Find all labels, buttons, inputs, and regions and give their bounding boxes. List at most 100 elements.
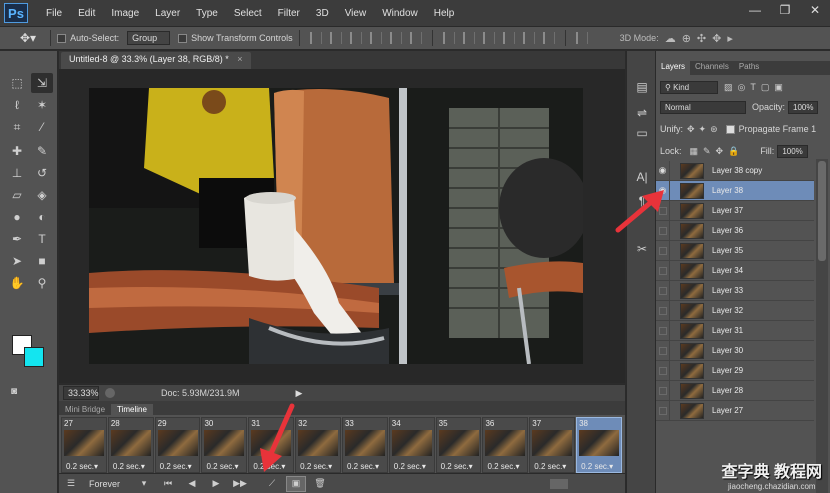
visibility-toggle[interactable] [656,300,670,321]
frame-delay-dropdown[interactable]: 0.2 sec.▾ [160,462,192,471]
menu-window[interactable]: Window [374,8,426,19]
loop-dropdown-arrow-icon[interactable]: ▾ [134,476,154,492]
align-left-icon[interactable] [369,32,382,44]
opacity-field[interactable]: 100% [788,100,819,114]
layer-row[interactable]: Layer 30 [656,340,814,361]
menu-filter[interactable]: Filter [270,8,308,19]
align-top-icon[interactable] [309,32,322,44]
status-menu-icon[interactable] [105,388,115,398]
frame-delay-dropdown[interactable]: 0.2 sec.▾ [300,462,332,471]
delete-frame-icon[interactable]: 🗑 [310,476,330,492]
shape-tool-icon[interactable]: ■ [31,251,53,271]
kind-filter-dropdown[interactable]: ⚲ Kind [660,80,718,94]
tween-icon[interactable]: ⟋ [262,476,282,492]
menu-help[interactable]: Help [426,8,463,19]
distribute-hcenter-icon[interactable] [522,32,535,44]
timeline-scroll-handle[interactable] [550,478,569,489]
zoom-level-field[interactable]: 33.33% [63,386,99,400]
menu-view[interactable]: View [337,8,375,19]
layer-row-selected[interactable]: ◉ Layer 38 [656,180,814,201]
clone-stamp-icon[interactable]: ⊥ [6,163,28,183]
frame-delay-dropdown[interactable]: 0.2 sec.▾ [581,462,613,471]
timeline-frame[interactable]: 28 0.2 sec.▾ [107,417,154,473]
layer-row[interactable]: Layer 34 [656,260,814,281]
paragraph-panel-icon[interactable]: ¶ [632,191,652,211]
pen-tool-icon[interactable]: ✒ [6,229,28,249]
tool-presets-icon[interactable]: ✂ [632,239,652,259]
filter-type-icons[interactable]: ▨◎T▢▣ [724,82,788,93]
timeline-frame[interactable]: 32 0.2 sec.▾ [295,417,341,473]
propagate-checkbox[interactable] [725,124,735,134]
first-frame-icon[interactable]: ⏮ [158,476,178,492]
layer-row[interactable]: Layer 27 [656,400,814,421]
layer-row[interactable]: Layer 33 [656,280,814,301]
frame-delay-dropdown[interactable]: 0.2 sec.▾ [394,462,426,471]
menu-image[interactable]: Image [103,8,147,19]
marquee-tool-icon[interactable]: ⬚ [6,73,28,93]
align-vcenter-icon[interactable] [329,32,342,44]
document-tab[interactable]: Untitled-8 @ 33.3% (Layer 38, RGB/8) * × [61,52,251,69]
zoom-tool-icon[interactable]: ⚲ [31,273,53,293]
play-icon[interactable]: ▶ [206,476,226,492]
layer-row[interactable]: Layer 31 [656,320,814,341]
layers-scrollbar[interactable] [816,159,828,493]
frame-delay-dropdown[interactable]: 0.2 sec.▾ [66,462,98,471]
align-hcenter-icon[interactable] [389,32,402,44]
timeline-frame[interactable]: 34 0.2 sec.▾ [388,417,435,473]
transform-controls-checkbox[interactable] [178,33,188,43]
background-color-swatch[interactable] [24,347,44,367]
lasso-tool-icon[interactable]: ℓ [6,95,28,115]
move-tool-icon[interactable]: ✥▾ [20,31,36,45]
distribute-bottom-icon[interactable] [482,32,495,44]
visibility-toggle[interactable] [656,380,670,401]
hand-tool-icon[interactable]: ✋ [6,273,28,293]
visibility-toggle[interactable] [656,260,670,281]
eye-icon[interactable]: ◉ [656,180,670,201]
timeline-frame[interactable]: 29 0.2 sec.▾ [154,417,201,473]
tab-layers[interactable]: Layers [656,61,691,75]
menu-type[interactable]: Type [188,8,226,19]
auto-select-dropdown[interactable]: Group [127,31,171,45]
menu-select[interactable]: Select [226,8,270,19]
history-brush-icon[interactable]: ↺ [31,163,53,183]
color-panel-icon[interactable]: ▭ [632,123,652,143]
actions-panel-icon[interactable]: ⇌ [632,103,652,123]
next-frame-icon[interactable]: ▶▶ [230,476,250,492]
distribute-top-icon[interactable] [442,32,455,44]
visibility-toggle[interactable] [656,220,670,241]
brush-tool-icon[interactable]: ✎ [31,141,53,161]
lock-icons[interactable]: ▦✎✥🔒 [690,146,745,157]
visibility-toggle[interactable] [656,280,670,301]
blend-mode-dropdown[interactable]: Normal [660,100,746,114]
close-button[interactable]: ✕ [800,0,830,20]
history-panel-icon[interactable]: ▤ [632,77,652,97]
type-tool-icon[interactable]: T [31,229,53,249]
auto-select-checkbox[interactable] [57,33,67,43]
canvas-image[interactable] [89,88,583,364]
distribute-left-icon[interactable] [502,32,515,44]
menu-layer[interactable]: Layer [147,8,188,19]
previous-frame-icon[interactable]: ◀ [182,476,202,492]
frame-delay-dropdown[interactable]: 0.2 sec.▾ [487,462,519,471]
magic-wand-icon[interactable]: ✶ [31,95,53,115]
3d-mode-icons[interactable]: ☁⊕✣✥▸ [665,32,739,45]
timeline-frame[interactable]: 27 0.2 sec.▾ [61,417,107,473]
crop-tool-icon[interactable]: ⌗ [6,117,28,137]
frame-delay-dropdown[interactable]: 0.2 sec.▾ [206,462,238,471]
layer-row[interactable]: ◉ Layer 38 copy [656,160,814,181]
character-panel-icon[interactable]: A| [632,167,652,187]
visibility-toggle[interactable] [656,360,670,381]
distribute-right-icon[interactable] [542,32,555,44]
timeline-menu-icon[interactable]: ☰ [61,476,81,492]
visibility-toggle[interactable] [656,340,670,361]
visibility-toggle[interactable] [656,200,670,221]
eyedropper-icon[interactable]: ⁄ [31,117,53,137]
visibility-toggle[interactable] [656,240,670,261]
layer-row[interactable]: Layer 36 [656,220,814,241]
timeline-frame[interactable]: 37 0.2 sec.▾ [529,417,576,473]
eraser-tool-icon[interactable]: ▱ [6,185,28,205]
frame-delay-dropdown[interactable]: 0.2 sec.▾ [534,462,566,471]
blur-tool-icon[interactable]: ● [6,207,28,227]
close-icon[interactable]: × [237,54,242,64]
fill-field[interactable]: 100% [777,144,808,158]
